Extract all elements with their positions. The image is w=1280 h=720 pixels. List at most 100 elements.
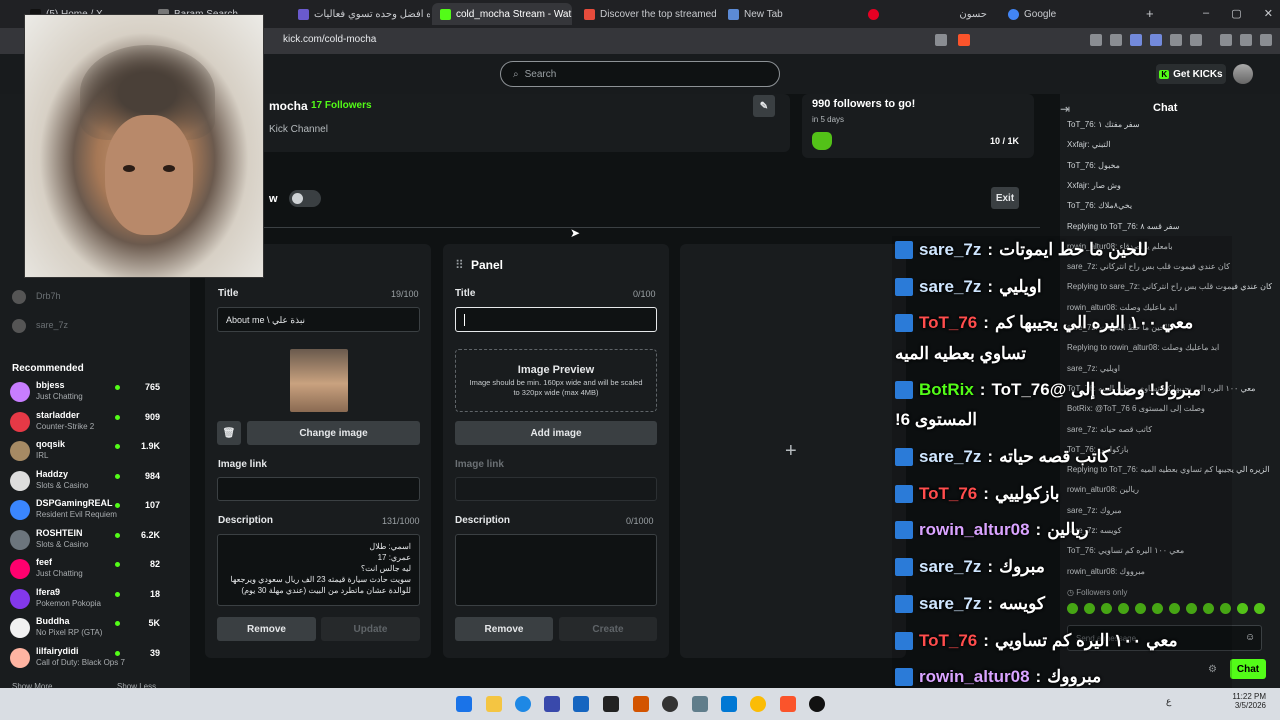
- drag-handle-icon[interactable]: ⠿: [455, 258, 464, 272]
- edit-toggle[interactable]: [289, 190, 321, 207]
- emote-icon[interactable]: [1237, 603, 1248, 614]
- outlook-icon[interactable]: [573, 696, 589, 712]
- image-link-label: Image link: [218, 459, 267, 470]
- menu-icon[interactable]: [1260, 34, 1272, 46]
- sidebar-item-recommended[interactable]: starladder Counter-Strike 2 909: [10, 410, 180, 434]
- get-kicks-button[interactable]: K Get KICKs: [1156, 64, 1226, 84]
- exit-button[interactable]: Exit: [991, 187, 1019, 209]
- sidebar-item-recommended[interactable]: Buddha No Pixel RP (GTA) 5K: [10, 616, 180, 640]
- sidebar-item-recommended[interactable]: lfera9 Pokemon Pokopia 18: [10, 587, 180, 611]
- terminal-icon[interactable]: [603, 696, 619, 712]
- app-icon[interactable]: [692, 696, 708, 712]
- brave-icon[interactable]: [780, 696, 796, 712]
- sidebar-item-recommended[interactable]: qoqsik IRL 1.9K: [10, 439, 180, 463]
- live-dot-icon: [115, 473, 120, 479]
- puzzle-icon[interactable]: [1170, 34, 1182, 46]
- overlay-message: المستوى 6!: [895, 410, 977, 429]
- remove-button[interactable]: Remove: [217, 617, 316, 641]
- app-icon[interactable]: [633, 696, 649, 712]
- avatar: [10, 529, 30, 550]
- window-close-icon[interactable]: ✕: [1264, 7, 1273, 20]
- discord-icon[interactable]: [1150, 34, 1162, 46]
- remove-button[interactable]: Remove: [455, 617, 553, 641]
- tab-pinterest[interactable]: حسون: [860, 3, 995, 25]
- chat-message: ToT_76: مخبول: [1067, 160, 1120, 170]
- maximize-icon[interactable]: ▢: [1231, 7, 1241, 20]
- overlay-message: BotRix: مبروك! وصلت إلى @ToT_76: [895, 376, 1201, 404]
- emote-icon[interactable]: [1254, 603, 1265, 614]
- live-dot-icon: [115, 621, 120, 626]
- edit-button[interactable]: ✎: [753, 95, 775, 117]
- tab-kick[interactable]: cold_mocha Stream - Wat✕: [432, 3, 572, 25]
- sidebar-icon[interactable]: [1240, 34, 1252, 46]
- tabs-icon[interactable]: [1190, 34, 1202, 46]
- title-label: Title: [218, 288, 239, 299]
- description-input[interactable]: اسمي: طلال عمري: 17 ليه جالس انت؟ سويت ح…: [217, 534, 420, 606]
- download-icon[interactable]: [1220, 34, 1232, 46]
- description-input[interactable]: [455, 534, 657, 606]
- new-tab-button[interactable]: +: [1146, 6, 1154, 21]
- title-input[interactable]: About me \ نبذة علي: [217, 307, 420, 332]
- tab-arabic[interactable]: شاره افضل وحده تسوي فعاليات: [290, 3, 430, 25]
- app-icon[interactable]: [809, 696, 825, 712]
- tab-google[interactable]: Google: [1000, 3, 1130, 25]
- goal-progress: 10 / 1K: [990, 136, 1020, 146]
- update-button[interactable]: Update: [321, 617, 420, 641]
- add-image-button[interactable]: Add image: [455, 421, 657, 445]
- brave-shield-icon[interactable]: [958, 34, 970, 46]
- chat-title: Chat: [1153, 102, 1178, 114]
- title-input[interactable]: [455, 307, 657, 332]
- sidebar-item-recommended[interactable]: ROSHTEIN Slots & Casino 6.2K: [10, 528, 180, 552]
- windows-start-icon[interactable]: [456, 696, 472, 712]
- delete-image-button[interactable]: 🗑: [217, 421, 241, 445]
- kick-badge-icon: [895, 668, 913, 686]
- create-button[interactable]: Create: [559, 617, 657, 641]
- chrome-icon[interactable]: [750, 696, 766, 712]
- add-panel-plus-icon[interactable]: +: [785, 440, 797, 463]
- collapse-chat-icon[interactable]: ⇥: [1060, 102, 1070, 116]
- pencil-icon: ✎: [759, 100, 769, 112]
- overlay-message: sare_7z: كاتب قصه حياته: [895, 443, 1110, 471]
- sidebar-item-recommended[interactable]: feef Just Chatting 82: [10, 557, 180, 581]
- image-preview-title: Image Preview: [517, 364, 595, 376]
- change-image-button[interactable]: Change image: [247, 421, 420, 445]
- sidebar-item-recommended[interactable]: DSPGamingREAL Resident Evil Requiem 107: [10, 498, 180, 522]
- search-input[interactable]: ⌕ Search: [500, 61, 780, 87]
- follower-count: 17 Followers: [311, 100, 372, 111]
- sidebar-item-recommended[interactable]: Haddzy Slots & Casino 984: [10, 469, 180, 493]
- live-dot-icon: [115, 385, 120, 390]
- emoji-icon[interactable]: ☺: [1245, 632, 1255, 643]
- share-icon[interactable]: [935, 34, 947, 46]
- overlay-message: sare_7z: كويسه: [895, 590, 1045, 618]
- tab-new[interactable]: New Tab: [720, 3, 850, 25]
- address-bar[interactable]: kick.com/cold-mocha: [283, 34, 376, 45]
- discord-icon[interactable]: [1130, 34, 1142, 46]
- image-link-input[interactable]: [217, 477, 420, 501]
- kick-badge-icon: [895, 314, 913, 332]
- file-explorer-icon[interactable]: [486, 696, 502, 712]
- chat-send-button[interactable]: Chat: [1230, 659, 1266, 679]
- avatar: [10, 588, 30, 609]
- divider: [205, 227, 1040, 228]
- sidebar-item-recommended[interactable]: lilfairydidi Call of Duty: Black Ops 7 39: [10, 646, 180, 670]
- extension-icon[interactable]: [1110, 34, 1122, 46]
- keyboard-language[interactable]: ع: [1166, 696, 1171, 707]
- vscode-icon[interactable]: [721, 696, 737, 712]
- sidebar-item-recommended[interactable]: bbjess Just Chatting 765: [10, 380, 180, 404]
- edit-mode-label: w: [269, 193, 278, 205]
- tab-discover[interactable]: Discover the top streamed mu: [576, 3, 716, 25]
- edge-icon[interactable]: [515, 696, 531, 712]
- extension-icon[interactable]: [1090, 34, 1102, 46]
- avatar[interactable]: [1233, 64, 1253, 84]
- overlay-message: ToT_76: معي ١٠٠ اليره الي يجيبها كم: [895, 309, 1193, 337]
- kick-badge-icon: [895, 241, 913, 259]
- store-icon[interactable]: [544, 696, 560, 712]
- sidebar-item-sare[interactable]: sare_7z: [12, 319, 182, 333]
- minimize-icon[interactable]: –: [1203, 7, 1209, 20]
- goal-subtitle: in 5 days: [812, 115, 845, 124]
- sidebar-item-drb7h[interactable]: Drb7h: [12, 290, 182, 304]
- clock[interactable]: 11:22 PM 3/5/2026: [1230, 692, 1266, 710]
- obs-icon[interactable]: [662, 696, 678, 712]
- image-link-input[interactable]: [455, 477, 657, 501]
- overlay-message: sare_7z: مبروك: [895, 553, 1045, 581]
